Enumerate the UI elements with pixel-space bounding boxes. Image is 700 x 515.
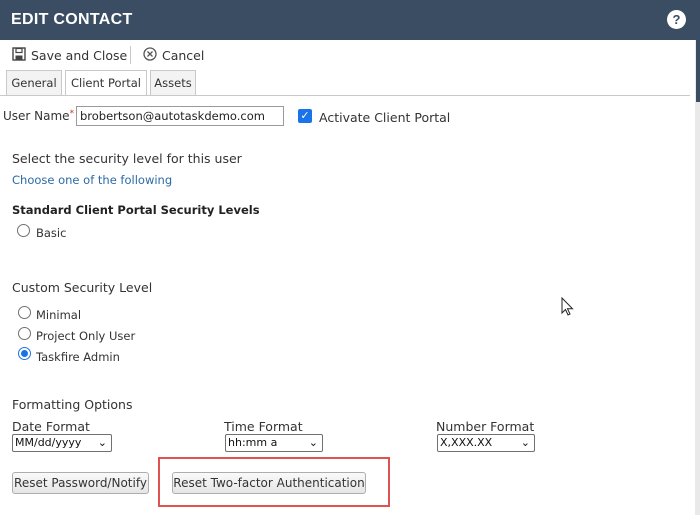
reset-password-notify-button[interactable]: Reset Password/Notify [12,472,149,494]
activate-portal-checkbox[interactable]: ✓ [298,109,312,123]
help-icon[interactable]: ? [667,10,686,29]
security-heading: Select the security level for this user [12,151,242,166]
cancel-icon [143,47,157,64]
time-format-value: hh:mm a [228,436,278,449]
time-format-label: Time Format [224,419,303,434]
username-input[interactable] [76,106,284,126]
radio-taskfire-admin-label: Taskfire Admin [36,350,120,364]
tabs-divider [0,95,690,96]
radio-basic[interactable] [17,224,30,237]
radio-project-only-user[interactable] [18,327,31,340]
number-format-select[interactable]: X,XXX.XX ⌄ [437,434,535,452]
radio-project-only-user-label: Project Only User [36,329,136,343]
toolbar-separator [130,46,131,64]
username-label-text: User Name [3,109,70,123]
tab-assets[interactable]: Assets [150,70,196,96]
save-and-close-label: Save and Close [31,48,128,63]
date-format-value: MM/dd/yyyy [15,436,82,449]
date-format-label: Date Format [12,419,90,434]
reset-two-factor-button[interactable]: Reset Two-factor Authentication [172,472,366,494]
chevron-down-icon: ⌄ [308,436,318,449]
radio-basic-label: Basic [36,226,67,240]
formatting-heading: Formatting Options [12,397,133,412]
required-marker: * [69,109,75,119]
mouse-cursor-icon [561,296,575,320]
scrollbar-track[interactable] [695,40,700,515]
time-format-select[interactable]: hh:mm a ⌄ [225,434,323,452]
username-label: User Name* [3,109,74,123]
cancel-label: Cancel [162,48,205,63]
number-format-value: X,XXX.XX [440,436,493,449]
tab-general[interactable]: General [6,70,62,96]
custom-security-heading: Custom Security Level [12,280,153,295]
choose-link[interactable]: Choose one of the following [12,173,172,187]
standard-levels-heading: Standard Client Portal Security Levels [12,203,260,217]
radio-minimal[interactable] [18,306,31,319]
date-format-select[interactable]: MM/dd/yyyy ⌄ [12,434,112,452]
scrollbar-thumb[interactable] [696,40,700,102]
chevron-down-icon: ⌄ [520,436,530,449]
cancel-button[interactable]: Cancel [143,47,204,64]
save-and-close-button[interactable]: Save and Close [12,47,127,64]
save-icon [12,47,26,64]
radio-taskfire-admin[interactable] [18,347,31,360]
radio-minimal-label: Minimal [36,308,82,322]
tab-client-portal[interactable]: Client Portal [65,70,147,96]
activate-portal-label: Activate Client Portal [319,110,451,125]
chevron-down-icon: ⌄ [97,436,107,449]
number-format-label: Number Format [436,419,535,434]
window-title: EDIT CONTACT [11,11,133,28]
